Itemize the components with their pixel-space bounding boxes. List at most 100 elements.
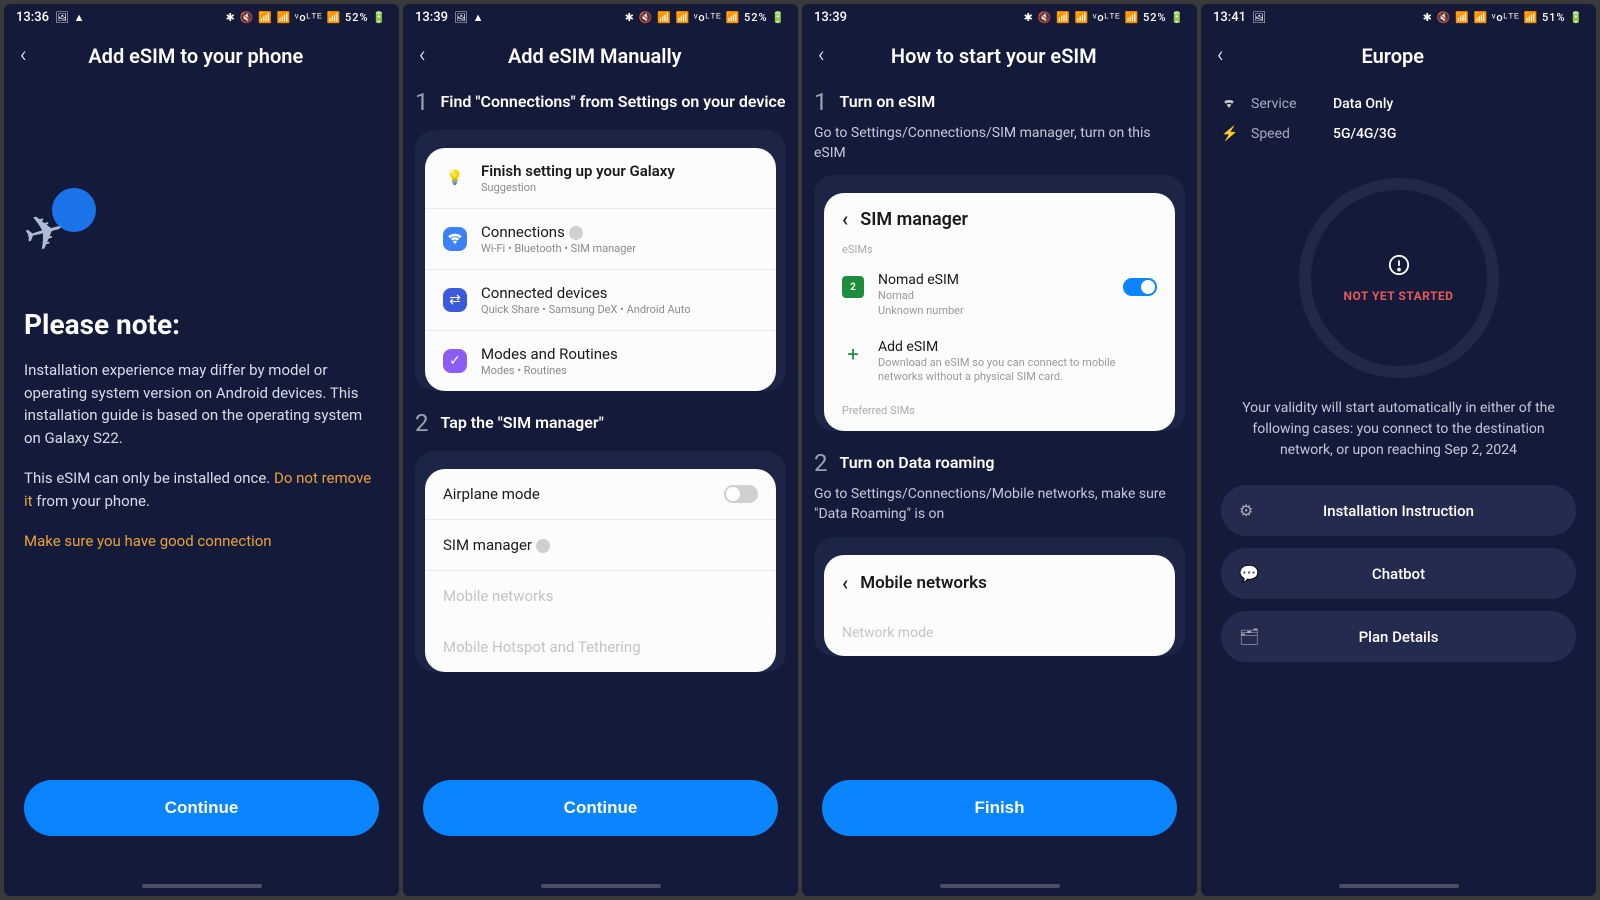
step-description: Go to Settings/Connections/SIM manager, … xyxy=(814,124,1185,163)
info-value: Data Only xyxy=(1333,96,1393,112)
card-title: Mobile networks xyxy=(860,573,987,593)
status-text: NOT YET STARTED xyxy=(1344,289,1454,303)
card-header: ‹ Mobile networks xyxy=(824,555,1175,611)
highlight-marker-icon xyxy=(536,539,550,553)
section-label: Preferred SIMs xyxy=(824,394,1175,431)
sim-provider: Nomad xyxy=(878,289,1109,303)
home-indicator[interactable] xyxy=(541,884,661,888)
finish-button[interactable]: Finish xyxy=(822,780,1177,836)
back-icon[interactable]: ‹ xyxy=(818,43,825,68)
info-label: Speed xyxy=(1251,126,1321,142)
status-bar: 13:39 ✱ 🔇 📶 📶 ᵛoᴸᵀᴱ 📶 52% 🔋 xyxy=(802,4,1197,31)
row-title: Airplane mode xyxy=(443,485,710,503)
plan-details-button[interactable]: 🗂 Plan Details xyxy=(1221,611,1576,662)
settings-row-connections[interactable]: Connections Wi-Fi • Bluetooth • SIM mana… xyxy=(425,209,776,270)
system-icons: ✱ 🔇 📶 📶 ᵛoᴸᵀᴱ 📶 52% 🔋 xyxy=(625,11,786,24)
info-value: 5G/4G/3G xyxy=(1333,126,1396,142)
status-bar: 13:36 🖼 ▲ ✱ 🔇 📶 📶 ᵛoᴸᵀᴱ 📶 52% 🔋 xyxy=(4,4,399,31)
step-number: 1 xyxy=(415,88,429,116)
row-subtitle: Modes • Routines xyxy=(481,364,758,377)
back-icon[interactable]: ‹ xyxy=(419,43,426,68)
back-icon[interactable]: ‹ xyxy=(842,571,848,595)
note-paragraph: This eSIM can only be installed once. Do… xyxy=(24,467,379,512)
step-instruction: Turn on Data roaming xyxy=(840,449,1186,474)
clock: 13:41 xyxy=(1213,10,1246,25)
notification-icons: 🖼 xyxy=(1252,11,1267,24)
add-esim-description: Download an eSIM so you can connect to m… xyxy=(878,356,1157,385)
notification-icons: 🖼 ▲ xyxy=(454,11,485,24)
page-title: How to start your eSIM xyxy=(837,44,1151,68)
screen-plan-europe: 13:41 🖼 ✱ 🔇 📶 📶 ᵛoᴸᵀᴱ 📶 51% 🔋 ‹ Europe S… xyxy=(1201,4,1596,896)
network-mode-row[interactable]: Network mode xyxy=(824,611,1175,656)
mobile-networks-card: ‹ Mobile networks Network mode xyxy=(824,555,1175,656)
nomad-esim-row[interactable]: 2 Nomad eSIM Nomad Unknown number xyxy=(824,262,1175,329)
warning-text: Make sure you have good connection xyxy=(24,530,379,553)
hotspot-row[interactable]: Mobile Hotspot and Tethering xyxy=(425,622,776,672)
note-heading: Please note: xyxy=(24,308,379,341)
status-ring: NOT YET STARTED xyxy=(1299,178,1499,378)
app-header: ‹ How to start your eSIM xyxy=(802,31,1197,88)
screenshot-frame: ‹ SIM manager eSIMs 2 Nomad eSIM Nomad U… xyxy=(814,175,1185,431)
button-label: Chatbot xyxy=(1263,565,1534,583)
screenshot-frame: ‹ Mobile networks Network mode xyxy=(814,537,1185,656)
section-label: eSIMs xyxy=(824,237,1175,262)
home-indicator[interactable] xyxy=(940,884,1060,888)
page-title: Add eSIM Manually xyxy=(438,44,752,68)
back-icon[interactable]: ‹ xyxy=(20,43,27,68)
step-instruction: Turn on eSIM xyxy=(840,88,1186,113)
screenshot-frame: 💡 Finish setting up your Galaxy Suggesti… xyxy=(415,130,786,391)
app-header: ‹ Add eSIM Manually xyxy=(403,31,798,88)
note-paragraph: Installation experience may differ by mo… xyxy=(24,359,379,449)
sim-number: Unknown number xyxy=(878,304,1109,318)
settings-row-modes[interactable]: ✓ Modes and Routines Modes • Routines xyxy=(425,331,776,391)
service-row: Service Data Only xyxy=(1221,88,1576,120)
home-indicator[interactable] xyxy=(1339,884,1459,888)
hero-illustration: ✈ xyxy=(24,188,379,268)
bolt-icon: ⚡ xyxy=(1221,126,1239,142)
page-title: Europe xyxy=(1236,44,1550,68)
settings-row-suggestion[interactable]: 💡 Finish setting up your Galaxy Suggesti… xyxy=(425,148,776,209)
home-indicator[interactable] xyxy=(142,884,262,888)
clock: 13:39 xyxy=(415,10,448,25)
button-label: Plan Details xyxy=(1263,628,1534,646)
mobile-networks-row[interactable]: Mobile networks xyxy=(425,571,776,622)
info-label: Service xyxy=(1251,96,1321,112)
system-icons: ✱ 🔇 📶 📶 ᵛoᴸᵀᴱ 📶 51% 🔋 xyxy=(1423,11,1584,24)
settings-card: 💡 Finish setting up your Galaxy Suggesti… xyxy=(425,148,776,391)
app-header: ‹ Add eSIM to your phone xyxy=(4,31,399,88)
add-esim-row[interactable]: + Add eSIM Download an eSIM so you can c… xyxy=(824,329,1175,395)
status-bar: 13:39 🖼 ▲ ✱ 🔇 📶 📶 ᵛoᴸᵀᴱ 📶 52% 🔋 xyxy=(403,4,798,31)
validity-description: Your validity will start automatically i… xyxy=(1221,398,1576,461)
row-title: SIM manager xyxy=(443,536,758,554)
wifi-icon xyxy=(1221,94,1239,114)
sim-manager-row[interactable]: SIM manager xyxy=(425,520,776,571)
routines-icon: ✓ xyxy=(443,349,467,373)
screenshot-frame: Airplane mode SIM manager Mobile network… xyxy=(415,451,786,672)
step-number: 2 xyxy=(415,409,429,437)
step-instruction: Tap the "SIM manager" xyxy=(441,409,787,434)
esim-toggle[interactable] xyxy=(1123,278,1157,296)
airplane-toggle[interactable] xyxy=(724,485,758,503)
lightbulb-icon: 💡 xyxy=(443,166,467,190)
chatbot-button[interactable]: 💬 Chatbot xyxy=(1221,548,1576,599)
status-bar: 13:41 🖼 ✱ 🔇 📶 📶 ᵛoᴸᵀᴱ 📶 51% 🔋 xyxy=(1201,4,1596,31)
continue-button[interactable]: Continue xyxy=(24,780,379,836)
back-icon[interactable]: ‹ xyxy=(842,207,848,231)
gear-icon: ⚙ xyxy=(1239,501,1263,520)
screen-manual: 13:39 🖼 ▲ ✱ 🔇 📶 📶 ᵛoᴸᵀᴱ 📶 52% 🔋 ‹ Add eS… xyxy=(403,4,798,896)
sim-card-icon: 2 xyxy=(842,276,864,298)
connections-card: Airplane mode SIM manager Mobile network… xyxy=(425,469,776,672)
settings-row-connected-devices[interactable]: ⇄ Connected devices Quick Share • Samsun… xyxy=(425,270,776,331)
step-description: Go to Settings/Connections/Mobile networ… xyxy=(814,485,1185,524)
continue-button[interactable]: Continue xyxy=(423,780,778,836)
step-number: 2 xyxy=(814,449,828,477)
step-number: 1 xyxy=(814,88,828,116)
back-icon[interactable]: ‹ xyxy=(1217,43,1224,68)
screen-add-esim: 13:36 🖼 ▲ ✱ 🔇 📶 📶 ᵛoᴸᵀᴱ 📶 52% 🔋 ‹ Add eS… xyxy=(4,4,399,896)
installation-instruction-button[interactable]: ⚙ Installation Instruction xyxy=(1221,485,1576,536)
row-title: Modes and Routines xyxy=(481,345,758,363)
system-icons: ✱ 🔇 📶 📶 ᵛoᴸᵀᴱ 📶 52% 🔋 xyxy=(1024,11,1185,24)
airplane-mode-row[interactable]: Airplane mode xyxy=(425,469,776,520)
card-title: SIM manager xyxy=(860,209,968,230)
row-title: Connections xyxy=(481,223,758,241)
